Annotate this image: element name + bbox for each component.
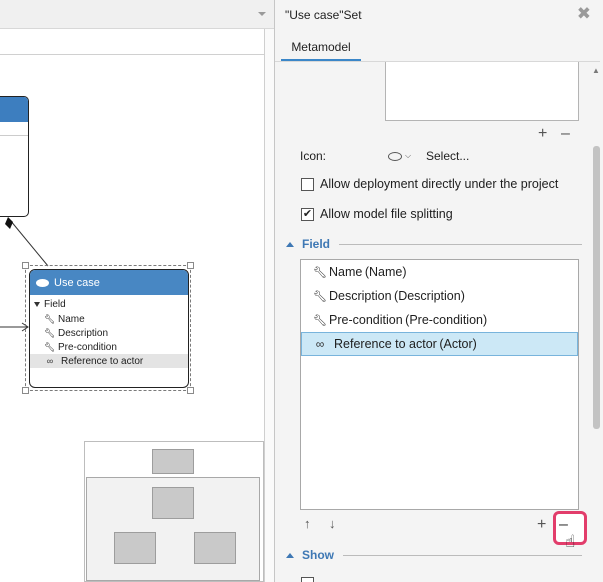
allow-deployment-checkbox[interactable] [301,177,314,191]
move-up-button[interactable]: ↑ [304,516,311,531]
collapse-triangle-icon [286,552,294,558]
chevron-down-icon: ⌵ [405,151,412,160]
collapse-triangle-icon [286,241,294,247]
section-divider [339,243,582,245]
list-item[interactable]: 🔧︎ Name (Name) [301,260,578,284]
use-case-node[interactable]: Use case Field 🔧︎ Name 🔧︎ Description 🔧︎… [29,269,189,388]
resize-handle[interactable] [22,387,29,394]
list-item-label: Reference to actor (Actor) [334,337,477,351]
use-case-node-header: Use case [30,270,188,295]
tab-metamodel[interactable]: Metamodel [281,36,361,62]
list-item[interactable]: 🔧︎ Description (Description) [301,284,578,308]
node-field-label: Reference to actor [61,355,144,367]
icon-dropdown[interactable]: ⌵ [388,151,411,161]
partial-checkbox[interactable] [301,577,314,582]
move-down-button[interactable]: ↓ [329,516,336,531]
minimap-node [152,487,194,519]
close-icon[interactable]: ✖︎ [577,5,591,22]
node-field-row[interactable]: 🔧︎ Description [30,326,188,340]
panel-title: "Use case"Set [285,8,362,22]
minimap[interactable] [84,441,264,582]
link-icon: ∞ [46,356,54,366]
minimap-node [152,449,194,474]
diagram-canvas[interactable]: Use case Field 🔧︎ Name 🔧︎ Description 🔧︎… [0,0,274,582]
list-item-label: Name (Name) [329,265,407,279]
list-item[interactable]: 🔧︎ Pre-condition (Pre-condition) [301,308,578,332]
show-section-header[interactable]: Show [286,548,582,562]
node-field-row[interactable]: 🔧︎ Pre-condition [30,340,188,354]
list-item-label: Description (Description) [329,289,465,303]
node-field-label: Pre-condition [58,341,117,353]
wrench-icon: 🔧︎ [313,290,327,303]
collapse-triangle-icon [34,302,40,307]
upper-add-button[interactable]: + [538,126,547,142]
field-compartment-label: Field [44,299,66,310]
icon-label: Icon: [300,149,327,163]
canvas-scrollbar[interactable] [265,29,274,582]
allow-splitting-label: Allow model file splitting [320,207,453,221]
wrench-icon: 🔧︎ [44,327,56,338]
field-section-title: Field [302,237,331,251]
resize-handle[interactable] [22,262,29,269]
upper-remove-button[interactable]: – [561,126,570,142]
ellipse-icon [388,151,402,161]
scroll-up-icon[interactable]: ▲ [592,66,600,75]
properties-panel: "Use case"Set ✖︎ Metamodel + – Icon: ⌵ S… [274,0,603,582]
node-field-label: Name [58,313,85,325]
link-icon: ∞ [315,337,325,351]
upper-listbox[interactable] [385,62,579,121]
use-case-node-title: Use case [54,276,100,289]
field-section-header[interactable]: Field [286,237,582,251]
show-section-title: Show [302,548,334,562]
wrench-icon: 🔧︎ [44,313,56,324]
list-item-label: Pre-condition (Pre-condition) [329,313,488,327]
wrench-icon: 🔧︎ [313,314,327,327]
panel-scroll-content: + – Icon: ⌵ Select... Allow deployment d… [275,62,591,582]
allow-deployment-label: Allow deployment directly under the proj… [320,177,559,191]
ellipse-icon [36,278,49,287]
resize-handle[interactable] [187,262,194,269]
icon-select-link[interactable]: Select... [426,149,469,163]
resize-handle[interactable] [187,387,194,394]
node-field-label: Description [58,327,109,339]
allow-deployment-checkbox-row[interactable]: Allow deployment directly under the proj… [301,177,558,191]
node-field-row[interactable]: 🔧︎ Name [30,312,188,326]
list-item-selected[interactable]: ∞ Reference to actor (Actor) [301,332,578,356]
allow-splitting-checkbox[interactable]: ✔︎ [301,207,314,221]
field-list[interactable]: 🔧︎ Name (Name) 🔧︎ Description (Descripti… [300,259,579,510]
wrench-icon: 🔧︎ [313,266,327,279]
node-field-row-selected[interactable]: ∞ Reference to actor [30,354,188,368]
next-checkbox-row-partial [301,577,581,582]
allow-splitting-checkbox-row[interactable]: ✔︎ Allow model file splitting [301,207,453,221]
wrench-icon: 🔧︎ [44,341,56,352]
field-add-button[interactable]: + [537,517,546,533]
scrollbar-thumb[interactable] [593,146,600,429]
section-divider [343,554,582,556]
panel-scrollbar[interactable]: ▲ [590,62,603,582]
field-compartment-title[interactable]: Field [34,299,66,310]
minimap-node [114,532,156,564]
minimap-node [194,532,236,564]
field-remove-button[interactable]: – [559,517,568,533]
